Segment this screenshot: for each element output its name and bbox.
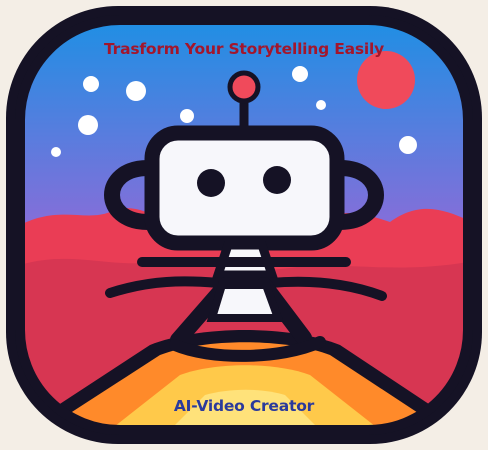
app-icon-artwork <box>6 6 482 444</box>
app-icon-canvas: Trasform Your Storytelling Easily AI-Vid… <box>0 0 488 450</box>
star <box>316 100 326 110</box>
star <box>180 109 194 123</box>
tagline-text: Trasform Your Storytelling Easily <box>103 40 385 58</box>
robot-eye-right <box>263 166 291 194</box>
star <box>399 136 417 154</box>
robot-body <box>206 281 284 322</box>
planet-icon <box>357 51 415 109</box>
star <box>83 76 99 92</box>
star <box>126 81 146 101</box>
robot-head <box>144 125 345 251</box>
star <box>78 115 98 135</box>
icon-scene <box>20 20 468 430</box>
star <box>292 66 308 82</box>
robot-antenna-light <box>227 70 261 104</box>
robot-eye-left <box>197 169 225 197</box>
star <box>51 147 61 157</box>
app-name-text: AI-Video Creator <box>173 397 315 415</box>
